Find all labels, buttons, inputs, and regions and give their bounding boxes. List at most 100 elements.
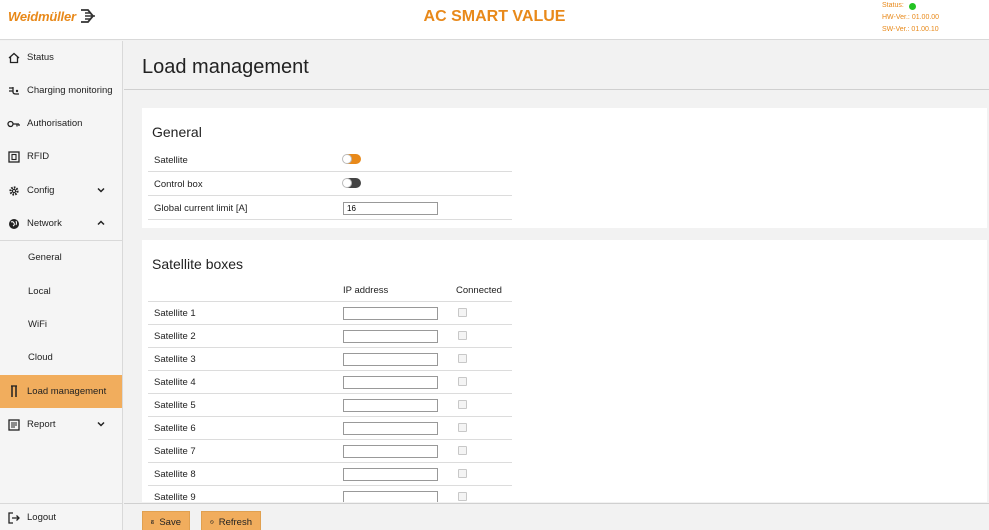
table-header-row: IP address Connected: [148, 279, 512, 302]
sidebar-item-label: Charging monitoring: [27, 85, 113, 96]
sidebar-item-charging-monitoring[interactable]: Charging monitoring: [0, 74, 122, 107]
key-icon: [7, 117, 20, 130]
sidebar-item-label: Network: [27, 218, 62, 229]
connected-cell: [458, 423, 467, 432]
current-limit-row: Global current limit [A]: [148, 197, 512, 220]
connected-cell: [458, 377, 467, 386]
satellite-name: Satellite 5: [154, 399, 196, 411]
ip-address-input[interactable]: [343, 376, 438, 389]
ip-address-header: IP address: [343, 284, 389, 296]
chevron-down-icon[interactable]: [96, 419, 106, 429]
ip-cell: [343, 330, 438, 343]
ip-cell: [343, 376, 438, 389]
save-button[interactable]: Save: [142, 511, 190, 530]
ip-address-input[interactable]: [343, 307, 438, 320]
brand-mark-icon: [80, 9, 95, 23]
sidebar-divider: [0, 503, 122, 504]
connected-cell: [458, 446, 467, 455]
ip-cell: [343, 491, 438, 502]
status-indicator-icon: [908, 2, 916, 10]
sidebar: Status Charging monitoring Authorisation…: [0, 41, 123, 530]
ip-cell: [343, 468, 438, 481]
logout-button[interactable]: Logout: [0, 505, 122, 530]
refresh-button[interactable]: Refresh: [201, 511, 261, 530]
status-label: Status:: [882, 2, 904, 9]
connected-checkbox[interactable]: [458, 492, 467, 501]
satellite-toggle-track[interactable]: [342, 154, 361, 164]
connected-checkbox[interactable]: [458, 469, 467, 478]
sidebar-item-label: General: [28, 252, 62, 263]
ip-address-input[interactable]: [343, 399, 438, 412]
satellite-toggle[interactable]: [342, 154, 361, 164]
chevron-down-icon[interactable]: [96, 185, 106, 195]
connected-checkbox[interactable]: [458, 423, 467, 432]
sidebar-item-label: Cloud: [28, 352, 53, 363]
satellite-boxes-title: Satellite boxes: [152, 256, 244, 272]
refresh-clock-icon: [210, 520, 214, 524]
connected-cell: [458, 308, 467, 317]
save-label: Save: [159, 516, 181, 528]
connected-checkbox[interactable]: [458, 446, 467, 455]
satellite-row: Satellite: [148, 149, 512, 172]
ip-cell: [343, 399, 438, 412]
table-row: Satellite 6: [148, 417, 512, 440]
connected-checkbox[interactable]: [458, 400, 467, 409]
control-box-toggle-track[interactable]: [342, 178, 361, 188]
page-title: Load management: [142, 56, 309, 78]
sidebar-item-network-cloud[interactable]: Cloud: [0, 341, 122, 374]
brand-logo[interactable]: Weidmüller: [8, 8, 96, 24]
ip-address-input[interactable]: [343, 422, 438, 435]
table-row: Satellite 1: [148, 302, 512, 325]
sidebar-item-label: WiFi: [28, 319, 47, 330]
title-divider: [124, 89, 989, 90]
current-limit-label: Global current limit [A]: [154, 202, 248, 214]
sidebar-item-network-wifi[interactable]: WiFi: [0, 308, 122, 341]
toggle-knob: [342, 178, 352, 188]
sidebar-item-report[interactable]: Report: [0, 408, 122, 441]
satellite-name: Satellite 7: [154, 445, 196, 457]
satellite-name: Satellite 9: [154, 491, 196, 503]
sidebar-item-network[interactable]: Network: [0, 207, 122, 240]
satellite-name: Satellite 6: [154, 422, 196, 434]
sidebar-item-status[interactable]: Status: [0, 41, 122, 74]
current-limit-input[interactable]: [343, 202, 438, 215]
action-bar: Save Refresh: [124, 503, 989, 530]
control-box-row: Control box: [148, 173, 512, 196]
ip-address-input[interactable]: [343, 445, 438, 458]
control-box-toggle[interactable]: [342, 178, 361, 188]
logout-icon: [7, 511, 20, 524]
chevron-up-icon[interactable]: [96, 218, 106, 228]
refresh-label: Refresh: [218, 516, 252, 528]
control-box-label: Control box: [154, 178, 203, 190]
current-limit-cell: [343, 202, 438, 215]
ip-cell: [343, 445, 438, 458]
connected-cell: [458, 354, 467, 363]
sidebar-item-load-management[interactable]: Load management: [0, 375, 122, 408]
hw-version: HW-Ver.: 01.00.00: [882, 14, 940, 21]
sidebar-item-config[interactable]: Config: [0, 174, 122, 207]
table-row: Satellite 9: [148, 486, 512, 502]
rfid-card-icon: [7, 150, 20, 163]
table-row: Satellite 8: [148, 463, 512, 486]
sidebar-item-rfid[interactable]: RFID: [0, 140, 122, 173]
connected-checkbox[interactable]: [458, 308, 467, 317]
sidebar-item-network-general[interactable]: General: [0, 241, 122, 274]
satellite-label: Satellite: [154, 154, 188, 166]
ip-address-input[interactable]: [343, 491, 438, 502]
satellite-name: Satellite 1: [154, 307, 196, 319]
connected-checkbox[interactable]: [458, 377, 467, 386]
ip-address-input[interactable]: [343, 468, 438, 481]
globe-icon: [7, 217, 20, 230]
report-icon: [7, 418, 20, 431]
ip-address-input[interactable]: [343, 353, 438, 366]
table-row: Satellite 5: [148, 394, 512, 417]
connected-cell: [458, 492, 467, 501]
sidebar-item-label: Load management: [27, 386, 107, 397]
status-block: Status: HW-Ver.: 01.00.00 SW-Ver.: 01.00…: [882, 0, 939, 36]
sidebar-item-authorisation[interactable]: Authorisation: [0, 107, 122, 140]
general-panel: General Satellite Control box Global cur…: [142, 108, 987, 228]
connected-checkbox[interactable]: [458, 331, 467, 340]
connected-checkbox[interactable]: [458, 354, 467, 363]
sidebar-item-network-local[interactable]: Local: [0, 275, 122, 308]
ip-address-input[interactable]: [343, 330, 438, 343]
